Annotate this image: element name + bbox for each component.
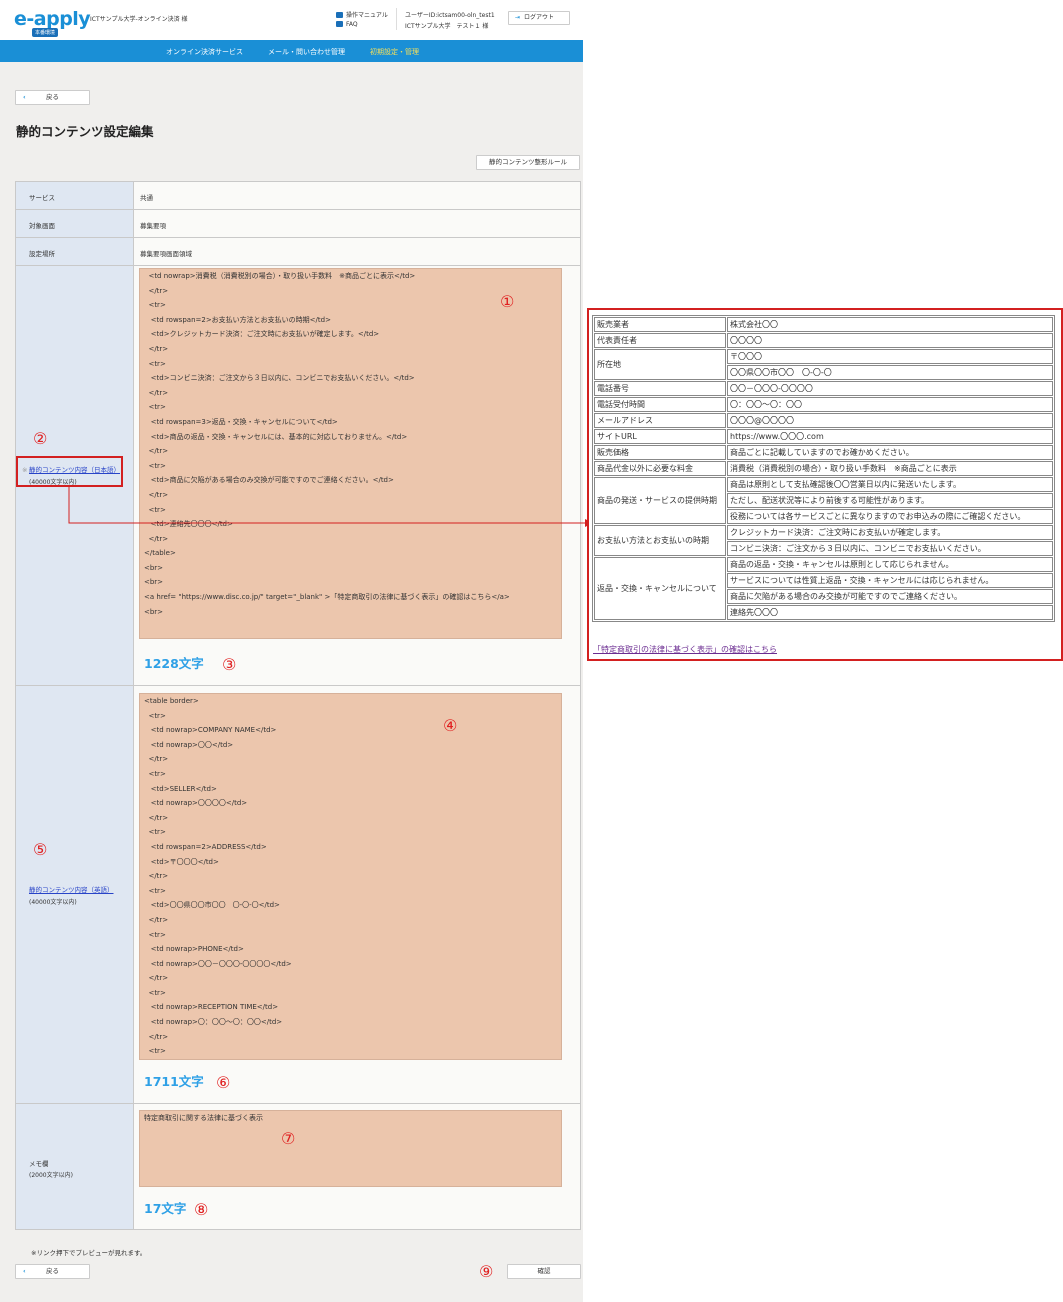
annotation-marker-1: ① xyxy=(500,292,515,311)
preview-row: お支払い方法とお支払いの時期 クレジットカード決済：ご注文時にお支払いが確定します… xyxy=(594,525,1053,556)
preview-key-cell: 電話受付時間 xyxy=(594,397,726,412)
preview-value-cell: 〇：〇〇～〇：〇〇 xyxy=(727,397,1053,412)
preview-row: 代表責任者 〇〇〇〇 xyxy=(594,333,1053,348)
preview-value-cell: 商品の返品・交換・キャンセルは原則として応じられません。 xyxy=(727,557,1053,572)
preview-value-cell: 〇〇－〇〇〇-〇〇〇〇 xyxy=(727,381,1053,396)
preview-key-cell: 所在地 xyxy=(594,349,726,380)
preview-value-cell: 消費税（消費税別の場合）・取り扱い手数料 ※商品ごとに表示 xyxy=(727,461,1053,476)
annotation-marker-4: ④ xyxy=(443,716,458,735)
annotation-marker-7: ⑦ xyxy=(281,1129,296,1148)
preview-value-cell: コンビニ決済：ご注文から３日以内に、コンビニでお支払いください。 xyxy=(727,541,1053,556)
preview-row: 返品・交換・キャンセルについて 商品の返品・交換・キャンセルは原則として応じられま… xyxy=(594,557,1053,620)
preview-key-cell: 返品・交換・キャンセルについて xyxy=(594,557,726,620)
preview-key-cell: 代表責任者 xyxy=(594,333,726,348)
annotation-marker-6: ⑥ xyxy=(216,1073,231,1092)
preview-value-cell: 〇〇〇@〇〇〇〇 xyxy=(727,413,1053,428)
preview-row: 商品の発送・サービスの提供時期 商品は原則として支払確認後〇〇営業日以内に発送いた… xyxy=(594,477,1053,524)
preview-key-cell: 電話番号 xyxy=(594,381,726,396)
preview-key-cell: 販売業者 xyxy=(594,317,726,332)
preview-table: 販売業者 株式会社〇〇 代表責任者 〇〇〇〇 所在地 〒〇〇〇 〇〇県〇〇市〇〇 〇-〇-〇… xyxy=(592,315,1055,622)
preview-key-cell: サイトURL xyxy=(594,429,726,444)
preview-key-cell: メールアドレス xyxy=(594,413,726,428)
preview-value-cell: 〇〇〇〇 xyxy=(727,333,1053,348)
preview-key-cell: 商品代金以外に必要な料金 xyxy=(594,461,726,476)
preview-value-cell: 商品に欠陥がある場合のみ交換が可能ですのでご連絡ください。 xyxy=(727,589,1053,604)
preview-legal-link[interactable]: 「特定商取引の法律に基づく表示」の確認はこちら xyxy=(593,644,777,655)
annotation-marker-9: ⑨ xyxy=(479,1262,494,1281)
annotation-marker-3: ③ xyxy=(222,655,237,674)
preview-key-cell: 販売価格 xyxy=(594,445,726,460)
preview-value-cell: サービスについては性質上返品・交換・キャンセルには応じられません。 xyxy=(727,573,1053,588)
preview-row: 販売業者 株式会社〇〇 xyxy=(594,317,1053,332)
preview-value-cell: 商品は原則として支払確認後〇〇営業日以内に発送いたします。 xyxy=(727,477,1053,492)
preview-key-cell: 商品の発送・サービスの提供時期 xyxy=(594,477,726,524)
preview-row: メールアドレス 〇〇〇@〇〇〇〇 xyxy=(594,413,1053,428)
preview-value-cell: 商品ごとに記載していますのでお確かめください。 xyxy=(727,445,1053,460)
preview-value-cell: 連絡先〇〇〇 xyxy=(727,605,1053,620)
preview-key-cell: お支払い方法とお支払いの時期 xyxy=(594,525,726,556)
preview-row: 電話受付時間 〇：〇〇～〇：〇〇 xyxy=(594,397,1053,412)
preview-row: 所在地 〒〇〇〇 xyxy=(594,349,1053,380)
preview-panel: 販売業者 株式会社〇〇 代表責任者 〇〇〇〇 所在地 〒〇〇〇 〇〇県〇〇市〇〇 〇-〇-〇… xyxy=(587,308,1063,661)
preview-row: 販売価格 商品ごとに記載していますのでお確かめください。 xyxy=(594,445,1053,460)
preview-value-cell: ただし、配送状況等により前後する可能性があります。 xyxy=(727,493,1053,508)
annotation-marker-5: ⑤ xyxy=(33,840,48,859)
preview-value-cell: 役務については各サービスごとに異なりますのでお申込みの際にご確認ください。 xyxy=(727,509,1053,524)
preview-value-cell: https://www.〇〇〇.com xyxy=(727,429,1053,444)
preview-row: 電話番号 〇〇－〇〇〇-〇〇〇〇 xyxy=(594,381,1053,396)
preview-value-cell: クレジットカード決済：ご注文時にお支払いが確定します。 xyxy=(727,525,1053,540)
preview-row: 商品代金以外に必要な料金 消費税（消費税別の場合）・取り扱い手数料 ※商品ごとに表… xyxy=(594,461,1053,476)
preview-value-cell: 株式会社〇〇 xyxy=(727,317,1053,332)
annotation-marker-2: ② xyxy=(33,429,48,448)
preview-row: サイトURL https://www.〇〇〇.com xyxy=(594,429,1053,444)
preview-value-cell: 〒〇〇〇 xyxy=(727,349,1053,364)
preview-value-cell: 〇〇県〇〇市〇〇 〇-〇-〇 xyxy=(727,365,1053,380)
annotation-marker-8: ⑧ xyxy=(194,1200,209,1219)
